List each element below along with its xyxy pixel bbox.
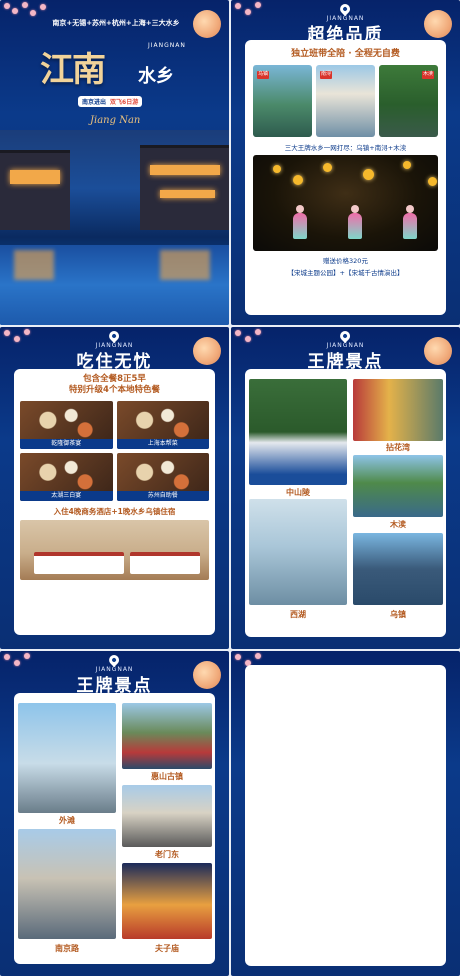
food-caption: 乾隆御茶宴 [20, 439, 113, 450]
food-caption: 太湖三白宴 [20, 491, 113, 502]
watertown-night-image [0, 130, 229, 325]
fuzimiao-image [122, 863, 212, 939]
wuzhen-image: 乌镇 [253, 65, 312, 137]
attractions-card: 中山陵 拈花湾 木渎 西湖 乌镇 [245, 369, 446, 637]
route-duration: 双飞6日游 [110, 99, 139, 106]
blossom-decoration [0, 651, 70, 673]
nanxun-image: 南浔 [316, 65, 375, 137]
attractions-panel-1: JIANGNAN 王牌景点 中山陵 拈花湾 木渎 西湖 乌镇 [231, 327, 460, 649]
town-tag: 南浔 [320, 71, 332, 79]
town-tag: 木渎 [422, 71, 434, 79]
hotel-headline: 入住4晚商务酒店+1晚水乡乌镇住宿 [53, 507, 176, 517]
service-headline: 独立班带全陪 · 全程无自费 [291, 49, 400, 59]
spot-label: 南京路 [55, 944, 79, 953]
huishan-image [122, 703, 212, 769]
attractions-panel-2: JIANGNAN 王牌景点 外滩 惠山古镇 老门东 南京路 夫子庙 [0, 651, 229, 976]
food-image: 苏州自助餐 [116, 453, 209, 502]
mudu-image: 木渎 [379, 65, 438, 137]
quality-card: 独立班带全陪 · 全程无自费 乌镇 南浔 木渎 三大王牌水乡一网打尽：乌镇+南浔… [245, 40, 446, 315]
town-tag: 乌镇 [257, 71, 269, 79]
food-image: 上海本帮菜 [116, 401, 209, 450]
spot-label: 夫子庙 [155, 944, 179, 953]
gift-items: 【宋城主题公园】+【宋城千古情演出】 [287, 269, 404, 277]
brand-label: JIANGNAN [148, 42, 186, 49]
gift-price: 赠送价格320元 [323, 257, 368, 265]
city-list: 南京+无锡+苏州+杭州+上海+三大水乡 [52, 19, 180, 27]
meals-panel: JIANGNAN 吃住无忧 包含全餐8正5早 特别升级4个本地特色餐 乾隆御茶宴… [0, 327, 229, 649]
map-pin-icon [338, 328, 353, 344]
spot-label: 拈花湾 [386, 443, 410, 452]
meals-card: 包含全餐8正5早 特别升级4个本地特色餐 乾隆御茶宴 上海本帮菜 太湖三白宴 苏… [14, 369, 215, 635]
nanjing-road-image [18, 829, 116, 939]
blossom-decoration [0, 327, 70, 349]
blossom-decoration [231, 0, 301, 22]
wuzhen-scene-image [353, 533, 443, 605]
map-pin-icon [338, 1, 353, 17]
food-image: 太湖三白宴 [20, 453, 113, 502]
spot-label: 外滩 [59, 816, 75, 825]
spot-label: 老门东 [155, 850, 179, 859]
food-caption: 上海本帮菜 [116, 439, 209, 450]
meal-headline: 包含全餐8正5早 特别升级4个本地特色餐 [14, 374, 215, 396]
watertown-line: 三大王牌水乡一网打尽：乌镇+南浔+木渎 [284, 144, 407, 152]
food-image: 乾隆御茶宴 [20, 401, 113, 450]
route-start: 南京进出 [82, 99, 107, 106]
cover-subtitle: 水乡 [138, 66, 174, 87]
spot-label: 木渎 [390, 520, 406, 529]
blank-panel [231, 651, 460, 976]
food-caption: 苏州自助餐 [116, 491, 209, 502]
blank-card [245, 665, 446, 966]
westlake-image [249, 499, 347, 605]
cover-panel: 南京+无锡+苏州+杭州+上海+三大水乡 江南 JIANGNAN 水乡 南京进出 … [0, 0, 229, 325]
quality-panel: JIANGNAN 超绝品质 独立班带全陪 · 全程无自费 乌镇 南浔 木渎 三大… [231, 0, 460, 325]
route-badge: 南京进出 双飞6日游 [78, 96, 143, 107]
laomendong-image [122, 785, 212, 847]
mudu-scene-image [353, 455, 443, 517]
songcheng-show-image [253, 155, 438, 251]
cover-title: 江南 [40, 50, 106, 90]
zhongshanling-image [249, 379, 347, 485]
attractions-card: 外滩 惠山古镇 老门东 南京路 夫子庙 [14, 693, 215, 964]
map-pin-icon [107, 652, 122, 668]
map-pin-icon [107, 328, 122, 344]
bund-image [18, 703, 116, 813]
poster-grid: 南京+无锡+苏州+杭州+上海+三大水乡 江南 JIANGNAN 水乡 南京进出 … [0, 0, 460, 976]
moon-icon [193, 10, 221, 38]
meal-count: 包含全餐8正5早 [83, 374, 146, 384]
spot-label: 乌镇 [390, 610, 406, 619]
spot-label: 西湖 [290, 610, 306, 619]
hotel-room-image [20, 520, 209, 581]
script-title: Jiang Nan [90, 115, 141, 126]
nianhuawan-image [353, 379, 443, 441]
meal-upgrade: 特别升级4个本地特色餐 [69, 385, 160, 396]
spot-label: 中山陵 [286, 488, 310, 497]
spot-label: 惠山古镇 [151, 772, 183, 781]
blossom-decoration [231, 327, 301, 349]
